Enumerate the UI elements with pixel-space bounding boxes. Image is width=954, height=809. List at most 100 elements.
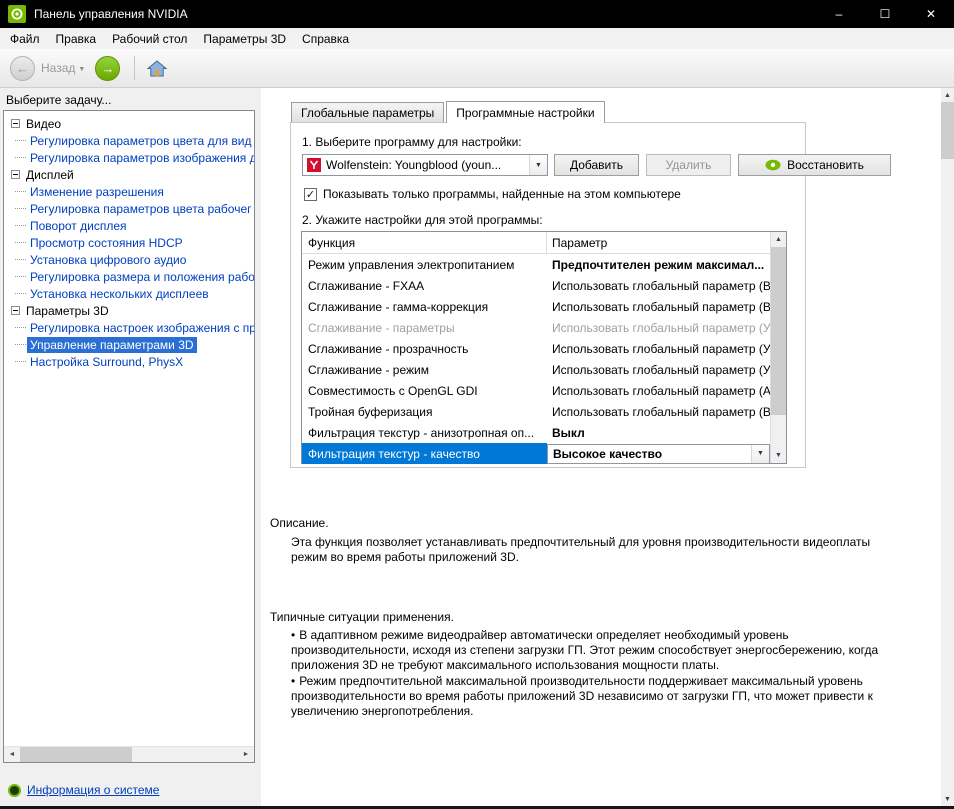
tree-group-video[interactable]: Видео bbox=[8, 115, 254, 132]
feature-cell: Тройная буферизация bbox=[308, 404, 433, 419]
bullet-icon: • bbox=[291, 674, 296, 688]
home-button[interactable] bbox=[147, 59, 168, 77]
scrollbar-thumb[interactable] bbox=[941, 102, 954, 159]
value-cell: Использовать глобальный параметр (А...) bbox=[552, 383, 770, 398]
table-row-power-mode[interactable]: Режим управления электропитанием Предпоч… bbox=[302, 254, 770, 275]
navigation-toolbar: ← Назад ▼ → bbox=[0, 49, 954, 88]
task-tree: Видео Регулировка параметров цвета для в… bbox=[3, 110, 255, 763]
restore-button[interactable]: Восстановить bbox=[738, 154, 891, 176]
tree-item-label: Регулировка настроек изображения с пр bbox=[30, 320, 254, 335]
value-dropdown[interactable]: Высокое качество ▼ bbox=[547, 443, 770, 464]
tree-item-multiple-displays[interactable]: Установка нескольких дисплеев bbox=[8, 285, 254, 302]
nvidia-control-panel-window: Панель управления NVIDIA – ☐ ✕ Файл Прав… bbox=[0, 0, 954, 809]
table-scrollbar: ▲ ▼ bbox=[770, 232, 786, 463]
usage-bullets: • В адаптивном режиме видеодрайвер автома… bbox=[291, 628, 893, 720]
program-select[interactable]: Wolfenstein: Youngblood (youn... ▼ bbox=[302, 154, 548, 176]
collapse-icon[interactable] bbox=[11, 306, 20, 315]
minimize-button[interactable]: – bbox=[816, 0, 862, 28]
tree-item-manage-3d-settings[interactable]: Управление параметрами 3D bbox=[8, 336, 254, 353]
usage-bullet: • В адаптивном режиме видеодрайвер автома… bbox=[291, 628, 893, 673]
window-scrollbar: ▲ ▼ bbox=[941, 88, 954, 806]
tree-item-label: Регулировка параметров цвета рабочег bbox=[30, 201, 252, 216]
tree-item-surround-physx[interactable]: Настройка Surround, PhysX bbox=[8, 353, 254, 370]
tree-item-image-settings-preview[interactable]: Регулировка настроек изображения с пр bbox=[8, 319, 254, 336]
remove-button[interactable]: Удалить bbox=[646, 154, 731, 176]
show-only-programs-checkbox[interactable]: ✓ bbox=[304, 187, 317, 201]
scroll-up-button[interactable]: ▲ bbox=[771, 232, 786, 247]
scrollbar-track bbox=[941, 159, 954, 792]
tree-group-display[interactable]: Дисплей bbox=[8, 166, 254, 183]
feature-cell: Сглаживание - режим bbox=[308, 362, 429, 377]
add-button[interactable]: Добавить bbox=[554, 154, 639, 176]
usage-title: Типичные ситуации применения. bbox=[270, 610, 454, 624]
table-row-texture-quality[interactable]: Фильтрация текстур - качество Высокое ка… bbox=[302, 443, 770, 464]
table-row-aa-settings[interactable]: Сглаживание - параметры Использовать гло… bbox=[302, 317, 770, 338]
feature-cell: Режим управления электропитанием bbox=[308, 257, 515, 272]
scroll-up-button[interactable]: ▲ bbox=[941, 88, 954, 102]
scroll-down-button[interactable]: ▼ bbox=[941, 792, 954, 806]
minimize-icon: – bbox=[835, 7, 843, 21]
menu-desktop[interactable]: Рабочий стол bbox=[104, 28, 195, 49]
collapse-icon[interactable] bbox=[11, 170, 20, 179]
menu-3d-settings[interactable]: Параметры 3D bbox=[195, 28, 294, 49]
column-header-parameter: Параметр bbox=[552, 235, 608, 250]
tree-item-desktop-color[interactable]: Регулировка параметров цвета рабочег bbox=[8, 200, 254, 217]
system-info: Информация о системе bbox=[8, 783, 159, 797]
history-dropdown-icon[interactable]: ▼ bbox=[78, 66, 85, 73]
tree-item-label: Установка нескольких дисплеев bbox=[30, 286, 209, 301]
table-row-gamma-correction[interactable]: Сглаживание - гамма-коррекция Использова… bbox=[302, 296, 770, 317]
table-row-aa-transparency[interactable]: Сглаживание - прозрачность Использовать … bbox=[302, 338, 770, 359]
maximize-icon: ☐ bbox=[879, 7, 891, 21]
scroll-down-button[interactable]: ▼ bbox=[771, 448, 786, 463]
scroll-left-button[interactable]: ◄ bbox=[4, 747, 20, 763]
close-button[interactable]: ✕ bbox=[908, 0, 954, 28]
tree-item-video-image[interactable]: Регулировка параметров изображения д bbox=[8, 149, 254, 166]
show-only-programs-row: ✓ Показывать только программы, найденные… bbox=[304, 187, 681, 201]
table-row-anisotropic[interactable]: Фильтрация текстур - анизотропная оп... … bbox=[302, 422, 770, 443]
tree-item-hdcp-status[interactable]: Просмотр состояния HDCP bbox=[8, 234, 254, 251]
program-icon bbox=[307, 158, 321, 172]
scrollbar-thumb[interactable] bbox=[20, 746, 132, 762]
collapse-icon[interactable] bbox=[11, 119, 20, 128]
scrollbar-thumb[interactable] bbox=[771, 247, 786, 415]
task-tree-list: Видео Регулировка параметров цвета для в… bbox=[4, 111, 254, 370]
tree-item-size-position[interactable]: Регулировка размера и положения рабо bbox=[8, 268, 254, 285]
scroll-right-button[interactable]: ► bbox=[238, 747, 254, 763]
chevron-down-icon[interactable]: ▼ bbox=[751, 444, 769, 463]
back-arrow-icon: ← bbox=[16, 60, 29, 76]
tree-group-3d-settings[interactable]: Параметры 3D bbox=[8, 302, 254, 319]
tree-item-rotate-display[interactable]: Поворот дисплея bbox=[8, 217, 254, 234]
feature-cell: Фильтрация текстур - качество bbox=[302, 443, 547, 464]
menu-help[interactable]: Справка bbox=[294, 28, 357, 49]
tree-item-label: Установка цифрового аудио bbox=[30, 252, 187, 267]
value-cell: Использовать глобальный параметр (В...) bbox=[552, 404, 770, 419]
value-cell: Предпочтителен режим максимал... bbox=[552, 257, 765, 272]
maximize-button[interactable]: ☐ bbox=[862, 0, 908, 28]
program-select-value: Wolfenstein: Youngblood (youn... bbox=[326, 158, 502, 172]
table-row-aa-mode[interactable]: Сглаживание - режим Использовать глобаль… bbox=[302, 359, 770, 380]
window-title: Панель управления NVIDIA bbox=[34, 7, 188, 21]
table-row-opengl-gdi[interactable]: Совместимость с OpenGL GDI Использовать … bbox=[302, 380, 770, 401]
chevron-down-icon[interactable]: ▼ bbox=[529, 155, 547, 175]
tree-item-video-color[interactable]: Регулировка параметров цвета для вид bbox=[8, 132, 254, 149]
forward-button[interactable]: → bbox=[95, 55, 121, 81]
tree-horizontal-scrollbar: ◄ ► bbox=[4, 746, 254, 762]
table-header: Функция Параметр bbox=[302, 232, 770, 254]
back-button[interactable]: ← bbox=[10, 55, 35, 81]
menu-edit[interactable]: Правка bbox=[48, 28, 105, 49]
settings-table: Функция Параметр Режим управления электр… bbox=[301, 231, 787, 464]
tree-item-digital-audio[interactable]: Установка цифрового аудио bbox=[8, 251, 254, 268]
tab-program-settings[interactable]: Программные настройки bbox=[446, 101, 605, 123]
table-row-fxaa[interactable]: Сглаживание - FXAA Использовать глобальн… bbox=[302, 275, 770, 296]
table-row-triple-buffering[interactable]: Тройная буферизация Использовать глобаль… bbox=[302, 401, 770, 422]
usage-bullet-text: В адаптивном режиме видеодрайвер автомат… bbox=[291, 628, 879, 672]
menu-file[interactable]: Файл bbox=[2, 28, 48, 49]
tab-global-settings[interactable]: Глобальные параметры bbox=[291, 102, 445, 122]
value-cell: Использовать глобальный параметр (Вкл) bbox=[552, 299, 770, 314]
program-settings-panel: 1. Выберите программу для настройки: Wol… bbox=[290, 122, 891, 468]
tree-item-resolution[interactable]: Изменение разрешения bbox=[8, 183, 254, 200]
value-dropdown-text: Высокое качество bbox=[553, 446, 663, 461]
usage-bullet: • Режим предпочтительной максимальной про… bbox=[291, 674, 893, 719]
tree-item-label: Просмотр состояния HDCP bbox=[30, 235, 183, 250]
system-info-link[interactable]: Информация о системе bbox=[27, 783, 159, 797]
